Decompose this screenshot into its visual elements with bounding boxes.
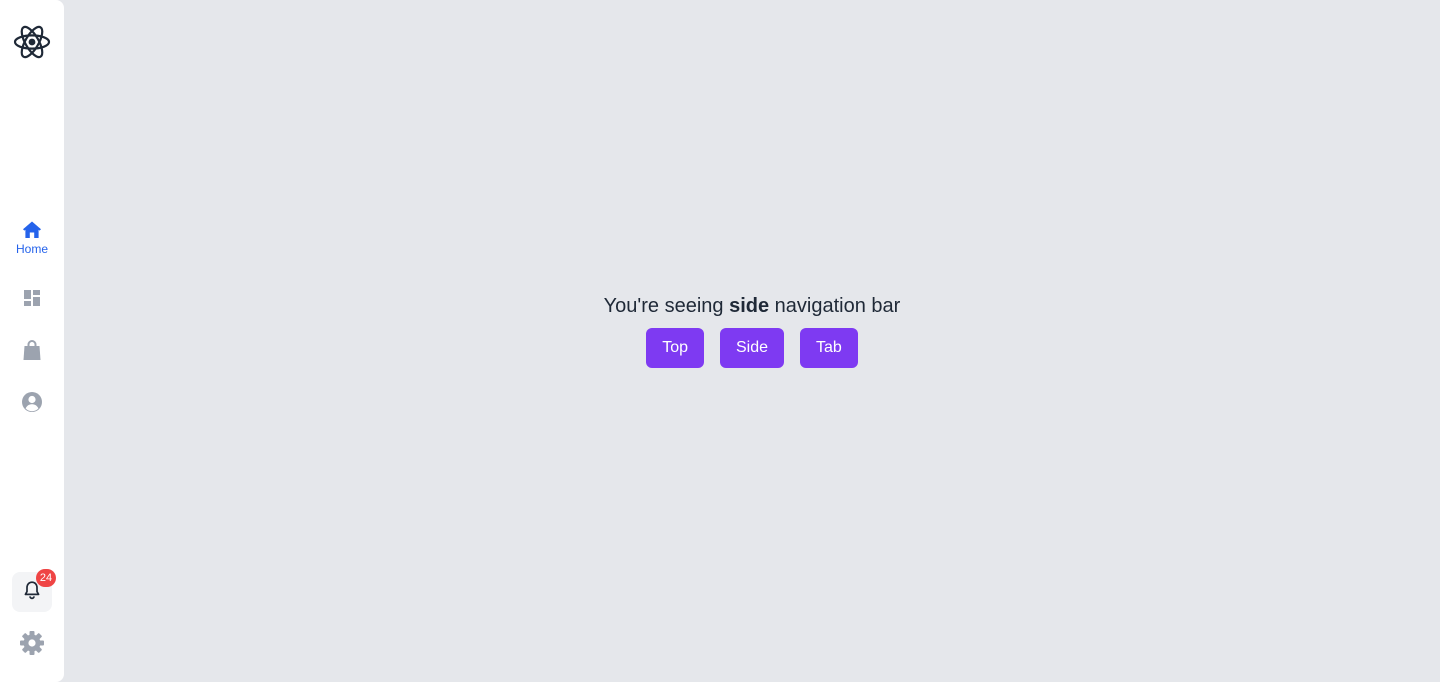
navigation-mode-message: You're seeing side navigation bar: [604, 293, 901, 319]
sidebar-item-dashboard[interactable]: [0, 289, 64, 307]
app-root: Home 24 You're seeing side navigation ba…: [0, 0, 1440, 682]
shopping-bag-icon: [22, 339, 42, 361]
home-icon: [22, 220, 42, 240]
notification-count-badge: 24: [36, 569, 56, 587]
message-prefix: You're seeing: [603, 294, 730, 317]
navigation-mode-buttons: Top Side Tab: [646, 327, 858, 368]
user-circle-icon: [21, 391, 43, 413]
settings-button[interactable]: [19, 630, 45, 656]
sidebar-item-label: Home: [15, 242, 48, 256]
dashboard-icon: [23, 289, 41, 307]
sidebar-item-shop[interactable]: [0, 339, 64, 361]
side-nav-button[interactable]: Side: [719, 327, 785, 368]
sidebar-item-home[interactable]: Home: [0, 220, 64, 256]
message-suffix: navigation bar: [769, 294, 901, 317]
react-atom-icon[interactable]: [13, 23, 51, 61]
notifications-button[interactable]: 24: [12, 569, 56, 612]
tab-nav-button[interactable]: Tab: [800, 327, 858, 368]
message-mode: side: [729, 294, 770, 317]
gear-icon: [19, 631, 45, 660]
side-navigation-bar: Home 24: [0, 0, 64, 682]
main-content: You're seeing side navigation bar Top Si…: [64, 0, 1440, 682]
sidebar-item-profile[interactable]: [0, 391, 64, 413]
top-nav-button[interactable]: Top: [646, 327, 704, 368]
